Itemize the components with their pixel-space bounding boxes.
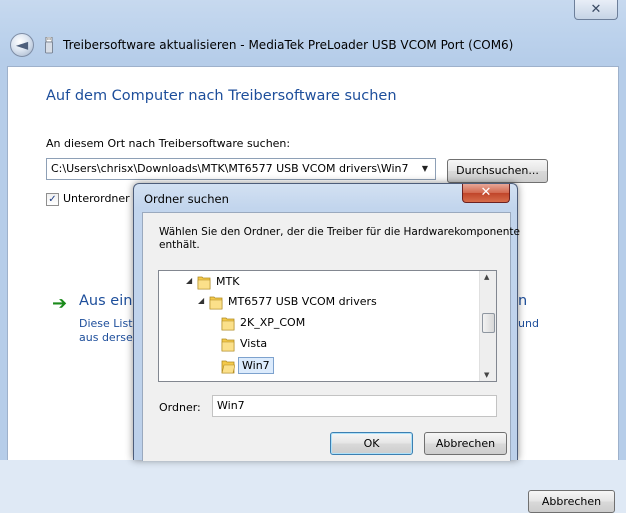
browse-folder-dialog: Ordner suchen ✕ Wählen Sie den Ordner, d… <box>133 183 520 461</box>
folder-icon <box>221 338 235 352</box>
scroll-down-arrow-icon[interactable]: ▼ <box>484 371 489 379</box>
open-folder-icon <box>221 360 235 374</box>
dialog-close-button[interactable]: ✕ <box>462 184 510 203</box>
tree-item-2k-xp-com[interactable]: 2K_XP_COM <box>159 313 479 333</box>
include-subfolders-checkbox[interactable]: ✓ <box>46 193 59 206</box>
green-arrow-icon: ➔ <box>52 293 68 314</box>
dialog-description-line2: enthält. <box>159 239 200 251</box>
back-button[interactable]: ◄ <box>10 33 34 57</box>
folder-name-field[interactable]: Win7 <box>212 395 497 417</box>
scroll-up-arrow-icon[interactable]: ▲ <box>484 273 489 281</box>
tree-item-mtk[interactable]: ◢ MTK <box>159 272 479 292</box>
ok-button[interactable]: OK <box>330 432 413 455</box>
browse-button[interactable]: Durchsuchen... <box>447 159 548 183</box>
chevron-down-icon[interactable]: ▼ <box>417 160 433 178</box>
tree-item-mt6577[interactable]: ◢ MT6577 USB VCOM drivers <box>159 292 479 312</box>
usb-device-icon <box>45 37 53 54</box>
expanded-arrow-icon[interactable]: ◢ <box>186 276 194 285</box>
expanded-arrow-icon[interactable]: ◢ <box>198 296 206 305</box>
page-heading: Auf dem Computer nach Treibersoftware su… <box>46 88 397 104</box>
path-label: An diesem Ort nach Treibersoftware suche… <box>46 137 291 150</box>
choose-from-list-link-tail[interactable]: n <box>518 293 527 309</box>
dialog-body: Wählen Sie den Ordner, der die Treiber f… <box>142 212 520 461</box>
tree-item-label[interactable]: Vista <box>238 337 269 350</box>
tree-item-win7[interactable]: Win7 <box>159 356 479 376</box>
tree-item-label[interactable]: 2K_XP_COM <box>238 316 307 329</box>
folder-label: Ordner: <box>159 401 201 414</box>
tree-item-label[interactable]: MT6577 USB VCOM drivers <box>226 295 379 308</box>
tree-item-label[interactable]: Win7 <box>238 357 274 374</box>
folder-icon <box>197 276 211 290</box>
window-title: Treibersoftware aktualisieren - MediaTek… <box>63 38 514 52</box>
dialog-description-line1: Wählen Sie den Ordner, der die Treiber f… <box>159 226 520 238</box>
cancel-button[interactable]: Abbrechen <box>528 490 615 513</box>
option-description-tail: und <box>518 317 539 330</box>
option-description-line1: Diese Liste <box>79 317 140 330</box>
tree-item-label[interactable]: MTK <box>214 275 241 288</box>
tree-item-vista[interactable]: Vista <box>159 334 479 354</box>
driver-path-value[interactable]: C:\Users\chrisx\Downloads\MTK\MT6577 USB… <box>51 162 408 175</box>
driver-path-combobox[interactable]: C:\Users\chrisx\Downloads\MTK\MT6577 USB… <box>46 158 436 180</box>
include-subfolders-label: Unterordner e <box>63 192 140 205</box>
folder-tree[interactable]: ◢ MTK ◢ MT6577 USB VCOM drivers 2K_XP_CO… <box>158 270 497 382</box>
choose-from-list-link[interactable]: Aus eine <box>79 293 141 309</box>
vertical-scrollbar[interactable]: ▲ ▼ <box>479 271 496 381</box>
scrollbar-thumb[interactable] <box>482 313 495 333</box>
folder-icon <box>209 296 223 310</box>
folder-icon <box>221 317 235 331</box>
window-header: ◄ Treibersoftware aktualisieren - MediaT… <box>0 28 626 64</box>
close-window-button[interactable]: ✕ <box>574 0 618 20</box>
dialog-cancel-button[interactable]: Abbrechen <box>424 432 507 455</box>
dialog-title: Ordner suchen <box>144 192 229 206</box>
